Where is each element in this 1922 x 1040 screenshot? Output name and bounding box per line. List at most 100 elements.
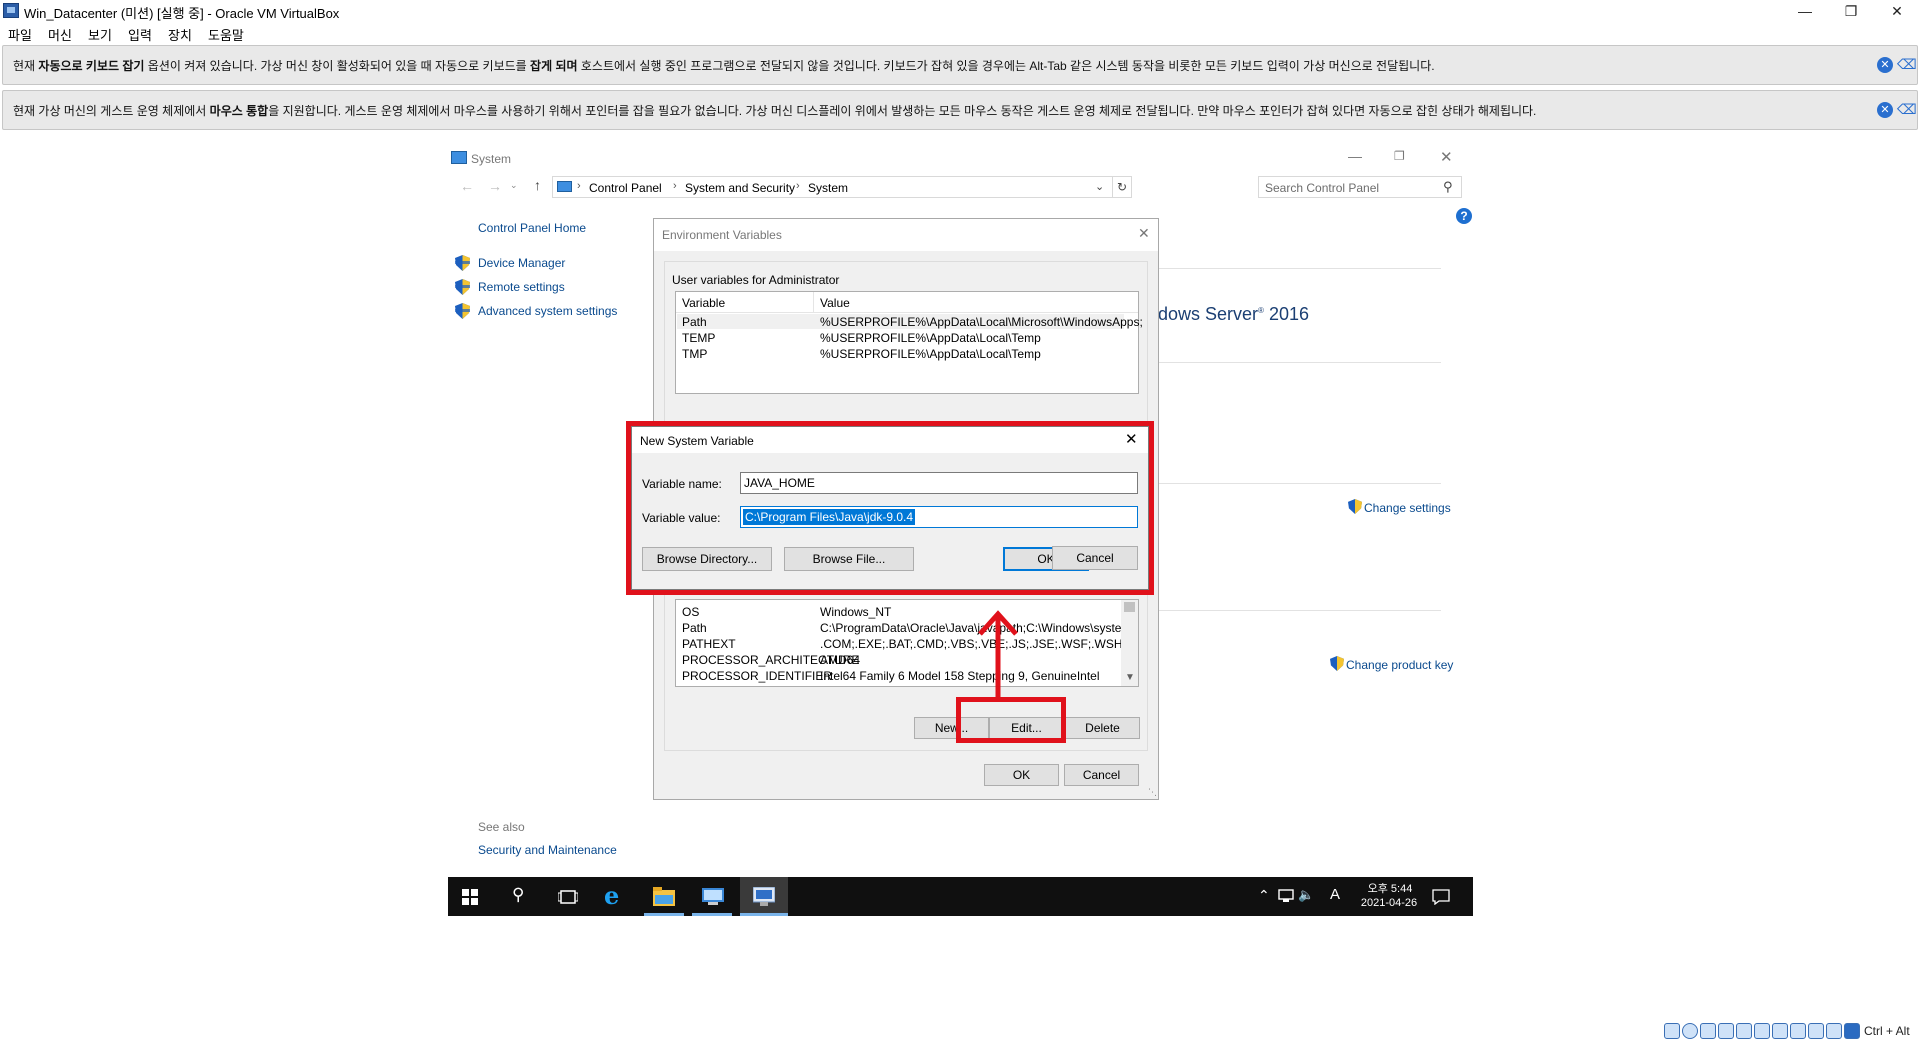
delete-variable-button[interactable]: Delete xyxy=(1065,717,1140,739)
optical-drive-status-icon[interactable] xyxy=(1682,1023,1698,1039)
up-arrow-icon[interactable]: ↑ xyxy=(534,177,541,193)
change-settings-link[interactable]: Change settings xyxy=(1364,501,1451,515)
scrollbar-thumb[interactable] xyxy=(1124,602,1135,612)
browse-directory-button[interactable]: Browse Directory... xyxy=(642,547,772,571)
newvar-close-icon[interactable]: ✕ xyxy=(1125,430,1138,448)
user-var-name[interactable]: TMP xyxy=(682,347,707,361)
user-var-name[interactable]: TEMP xyxy=(682,331,715,345)
guest-display[interactable]: System — ❐ ✕ ← → ⌄ ↑ › Control Panel › S… xyxy=(448,148,1473,916)
shared-folders-status-icon[interactable] xyxy=(1754,1023,1770,1039)
back-arrow-icon[interactable]: ← xyxy=(460,178,474,194)
taskbar: ⚲ e ⌃ 🔈 A 오후 5:44 2021-04-26 xyxy=(448,877,1473,916)
search-icon[interactable]: ⚲ xyxy=(512,885,524,905)
minimize-button[interactable]: — xyxy=(1782,0,1828,22)
sidebar-item-device-manager[interactable]: Device Manager xyxy=(478,256,565,270)
menu-view[interactable]: 보기 xyxy=(88,25,112,44)
refresh-icon[interactable]: ↻ xyxy=(1112,176,1132,198)
menu-machine[interactable]: 머신 xyxy=(48,25,72,44)
browse-file-button[interactable]: Browse File... xyxy=(784,547,914,571)
server-manager-icon[interactable] xyxy=(702,888,724,905)
newvar-title: New System Variable xyxy=(640,434,754,448)
env-dialog-close-icon[interactable]: ✕ xyxy=(1138,225,1150,242)
clock-date[interactable]: 2021-04-26 xyxy=(1354,897,1424,909)
vbox-status-bar: Ctrl + Alt xyxy=(1664,1022,1922,1040)
file-explorer-icon[interactable] xyxy=(653,887,675,906)
search-icon[interactable]: ⚲ xyxy=(1443,179,1453,195)
menu-file[interactable]: 파일 xyxy=(8,25,32,44)
change-product-key-link[interactable]: Change product key xyxy=(1346,658,1453,672)
divider xyxy=(1158,362,1441,363)
system-var-value[interactable]: Intel64 Family 6 Model 158 Stepping 9, G… xyxy=(820,669,1100,683)
menu-devices[interactable]: 장치 xyxy=(168,25,192,44)
system-var-value[interactable]: Windows_NT xyxy=(820,605,891,619)
system-var-name[interactable]: Path xyxy=(682,621,707,635)
uac-shield-icon xyxy=(1348,499,1362,514)
close-button[interactable]: ✕ xyxy=(1874,0,1920,22)
breadcrumb-system[interactable]: System xyxy=(808,181,848,195)
ime-indicator[interactable]: A xyxy=(1330,886,1340,903)
banner-mute-icon[interactable]: ⌫ xyxy=(1897,102,1917,116)
address-dropdown-icon[interactable]: ⌄ xyxy=(1095,180,1104,193)
user-var-name[interactable]: Path xyxy=(682,315,707,329)
system-restore-button[interactable]: ❐ xyxy=(1394,149,1405,163)
banner-close-icon[interactable]: ✕ xyxy=(1877,102,1893,118)
user-var-value[interactable]: %USERPROFILE%\AppData\Local\Microsoft\Wi… xyxy=(820,315,1143,329)
security-maintenance-link[interactable]: Security and Maintenance xyxy=(478,843,617,857)
address-bar[interactable]: › Control Panel › System and Security › … xyxy=(552,176,1114,198)
recording-status-icon[interactable] xyxy=(1790,1023,1806,1039)
system-var-name[interactable]: OS xyxy=(682,605,699,619)
env-dialog-title: Environment Variables xyxy=(662,228,782,242)
display-status-icon[interactable] xyxy=(1772,1023,1788,1039)
banner-mute-icon[interactable]: ⌫ xyxy=(1897,57,1917,71)
menu-input[interactable]: 입력 xyxy=(128,25,152,44)
system-variables-list[interactable]: OS Windows_NT Path C:\ProgramData\Oracle… xyxy=(675,599,1139,687)
keyboard-status-icon[interactable] xyxy=(1844,1023,1860,1039)
column-header-value[interactable]: Value xyxy=(820,296,850,310)
search-control-panel-input[interactable]: Search Control Panel ⚲ xyxy=(1258,176,1462,198)
system-minimize-button[interactable]: — xyxy=(1348,148,1362,164)
system-var-name[interactable]: PATHEXT xyxy=(682,637,736,651)
task-view-icon[interactable] xyxy=(558,889,578,905)
variable-name-input[interactable]: JAVA_HOME xyxy=(740,472,1138,494)
mouse-integration-status-icon[interactable] xyxy=(1826,1023,1842,1039)
variable-value-input[interactable]: C:\Program Files\Java\jdk-9.0.4 xyxy=(740,506,1138,528)
system-close-button[interactable]: ✕ xyxy=(1440,148,1453,166)
banner-close-icon[interactable]: ✕ xyxy=(1877,57,1893,73)
volume-muted-icon[interactable]: 🔈 xyxy=(1298,887,1314,903)
network-icon[interactable] xyxy=(1278,889,1294,904)
keyboard-banner-text: 현재 자동으로 키보드 잡기 옵션이 켜져 있습니다. 가상 머신 창이 활성화… xyxy=(13,59,1435,73)
sidebar-item-remote-settings[interactable]: Remote settings xyxy=(478,280,565,294)
user-var-value[interactable]: %USERPROFILE%\AppData\Local\Temp xyxy=(820,331,1041,345)
scroll-down-icon[interactable]: ▼ xyxy=(1125,672,1135,683)
hdd-status-icon[interactable] xyxy=(1664,1023,1680,1039)
menu-help[interactable]: 도움말 xyxy=(208,25,244,44)
system-var-value[interactable]: AMD64 xyxy=(820,653,860,667)
system-var-name[interactable]: PROCESSOR_IDENTIFIER xyxy=(682,669,832,683)
user-var-value[interactable]: %USERPROFILE%\AppData\Local\Temp xyxy=(820,347,1041,361)
usb-status-icon[interactable] xyxy=(1736,1023,1752,1039)
resize-grip-icon[interactable]: ⋱ xyxy=(1148,787,1157,798)
sidebar-item-advanced-system-settings[interactable]: Advanced system settings xyxy=(478,304,617,318)
system-properties-icon[interactable] xyxy=(753,887,775,906)
internet-explorer-icon[interactable]: e xyxy=(604,881,619,910)
windows-start-icon[interactable] xyxy=(462,889,478,905)
newvar-cancel-button[interactable]: Cancel xyxy=(1052,546,1138,570)
breadcrumb-system-security[interactable]: System and Security xyxy=(685,181,795,195)
breadcrumb-control-panel[interactable]: Control Panel xyxy=(589,181,662,195)
audio-status-icon[interactable] xyxy=(1700,1023,1716,1039)
forward-arrow-icon[interactable]: → xyxy=(488,178,502,194)
user-variables-list[interactable]: Variable Value Path %USERPROFILE%\AppDat… xyxy=(675,291,1143,394)
clock-time[interactable]: 오후 5:44 xyxy=(1360,880,1420,896)
env-cancel-button[interactable]: Cancel xyxy=(1064,764,1139,786)
action-center-icon[interactable] xyxy=(1432,889,1450,905)
cpu-status-icon[interactable] xyxy=(1808,1023,1824,1039)
network-status-icon[interactable] xyxy=(1718,1023,1734,1039)
window-title: Win_Datacenter (미션) [실행 중] - Oracle VM V… xyxy=(24,6,340,21)
help-icon[interactable]: ? xyxy=(1456,208,1472,224)
env-ok-button[interactable]: OK xyxy=(984,764,1059,786)
tray-overflow-icon[interactable]: ⌃ xyxy=(1258,887,1270,904)
control-panel-home-link[interactable]: Control Panel Home xyxy=(478,221,586,235)
recent-dropdown-icon[interactable]: ⌄ xyxy=(510,180,518,191)
column-header-variable[interactable]: Variable xyxy=(682,296,725,310)
restore-button[interactable]: ❐ xyxy=(1828,0,1874,22)
